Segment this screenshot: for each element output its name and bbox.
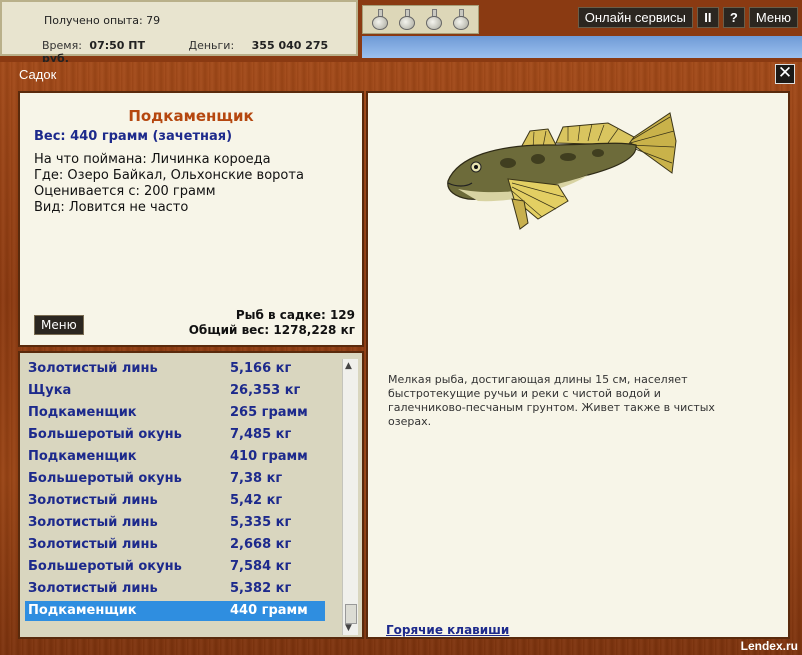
catch-row[interactable]: Большеротый окунь 7,584 кг	[25, 557, 325, 577]
scroll-thumb[interactable]	[345, 604, 357, 624]
fish-details: На что поймана: Личинка короеда Где: Озе…	[34, 152, 362, 216]
potion-icon[interactable]	[424, 8, 444, 31]
catch-row-weight: 265 грамм	[230, 405, 308, 420]
status-panel: Получено опыта: 79 Время: 07:50 ПТ Деньг…	[0, 0, 358, 65]
pause-button[interactable]: II	[696, 7, 719, 28]
catch-row-weight: 5,382 кг	[230, 581, 292, 596]
catch-row-name: Подкаменщик	[28, 405, 137, 420]
fish-info-panel: Подкаменщик Вес: 440 грамм (зачетная) На…	[18, 91, 364, 347]
catch-row[interactable]: Большеротый окунь 7,38 кг	[25, 469, 325, 489]
hotkeys-link[interactable]: Горячие клавиши	[386, 623, 509, 637]
potion-icon[interactable]	[370, 8, 390, 31]
keepnet-totals: Рыб в садке: 129 Общий вес: 1278,228 кг	[189, 308, 355, 338]
catch-row[interactable]: Золотистый линь 5,42 кг	[25, 491, 325, 511]
catch-row-weight: 7,485 кг	[230, 427, 292, 442]
catch-row[interactable]: Золотистый линь 5,166 кг	[25, 359, 325, 379]
fish-description-panel: Мелкая рыба, достигающая длины 15 см, на…	[366, 91, 790, 639]
fish-valued-from: Оценивается с: 200 грамм	[34, 184, 216, 199]
potions-bar	[362, 5, 479, 34]
catch-row-weight: 2,668 кг	[230, 537, 292, 552]
fish-kind: Вид: Ловится не часто	[34, 200, 189, 215]
catch-row[interactable]: Щука 26,353 кг	[25, 381, 325, 401]
catch-list: Золотистый линь 5,166 кг Щука 26,353 кг Подк…	[18, 351, 364, 639]
total-weight: Общий вес: 1278,228 кг	[188, 323, 355, 337]
top-buttons: Онлайн сервисы II ? Меню	[577, 7, 798, 28]
catch-row-name: Большеротый окунь	[28, 559, 182, 574]
catch-row[interactable]: Большеротый окунь 7,485 кг	[25, 425, 325, 445]
close-button[interactable]: ✕	[775, 64, 795, 84]
catch-row[interactable]: Подкаменщик 440 грамм	[25, 601, 325, 621]
potion-icon[interactable]	[451, 8, 471, 31]
catch-row-name: Золотистый линь	[28, 581, 158, 596]
online-services-button[interactable]: Онлайн сервисы	[577, 7, 693, 28]
money-label: Деньги:	[188, 39, 235, 52]
catch-row-weight: 7,584 кг	[230, 559, 292, 574]
catch-row-weight: 5,166 кг	[230, 361, 292, 376]
menu-button[interactable]: Меню	[748, 7, 798, 28]
catch-row-weight: 410 грамм	[230, 449, 308, 464]
catch-row-weight: 440 грамм	[230, 603, 308, 618]
catch-row[interactable]: Золотистый линь 2,668 кг	[25, 535, 325, 555]
fish-image	[447, 112, 677, 230]
help-button[interactable]: ?	[722, 7, 745, 28]
experience-label: Получено опыта: 79	[44, 14, 161, 27]
catch-row-name: Золотистый линь	[28, 361, 158, 376]
watermark: Lendex.ru	[740, 639, 798, 653]
fish-menu-button[interactable]: Меню	[34, 315, 84, 335]
catch-row-name: Золотистый линь	[28, 515, 158, 530]
fish-name: Подкаменщик	[128, 107, 254, 125]
potion-icon[interactable]	[397, 8, 417, 31]
sky-strip	[362, 36, 802, 58]
window-title: Садок	[19, 67, 57, 82]
catch-row-name: Подкаменщик	[28, 603, 137, 618]
catch-row[interactable]: Золотистый линь 5,335 кг	[25, 513, 325, 533]
catch-row-weight: 7,38 кг	[230, 471, 283, 486]
fish-description: Мелкая рыба, достигающая длины 15 см, на…	[388, 373, 715, 428]
time-label: Время:	[42, 39, 82, 52]
catch-row[interactable]: Подкаменщик 265 грамм	[25, 403, 325, 423]
list-scrollbar[interactable]: ▲ ▼	[342, 359, 358, 635]
catch-row-name: Золотистый линь	[28, 493, 158, 508]
fish-count: Рыб в садке: 129	[235, 308, 355, 322]
catch-row-weight: 5,335 кг	[230, 515, 292, 530]
scroll-up-icon[interactable]: ▲	[345, 361, 352, 371]
time-value: 07:50 ПТ	[89, 39, 145, 52]
scroll-down-icon[interactable]: ▼	[345, 623, 352, 633]
fish-weight: Вес: 440 грамм (зачетная)	[34, 129, 233, 144]
catch-row-name: Большеротый окунь	[28, 471, 182, 486]
catch-row-weight: 26,353 кг	[230, 383, 301, 398]
catch-row-weight: 5,42 кг	[230, 493, 283, 508]
catch-row[interactable]: Подкаменщик 410 грамм	[25, 447, 325, 467]
catch-row-name: Большеротый окунь	[28, 427, 182, 442]
catch-row-name: Щука	[28, 383, 72, 398]
fish-bait: На что поймана: Личинка короеда	[34, 152, 271, 167]
catch-row-name: Золотистый линь	[28, 537, 158, 552]
fish-location: Где: Озеро Байкал, Ольхонские ворота	[34, 168, 304, 183]
catch-row-name: Подкаменщик	[28, 449, 137, 464]
catch-row[interactable]: Золотистый линь 5,382 кг	[25, 579, 325, 599]
